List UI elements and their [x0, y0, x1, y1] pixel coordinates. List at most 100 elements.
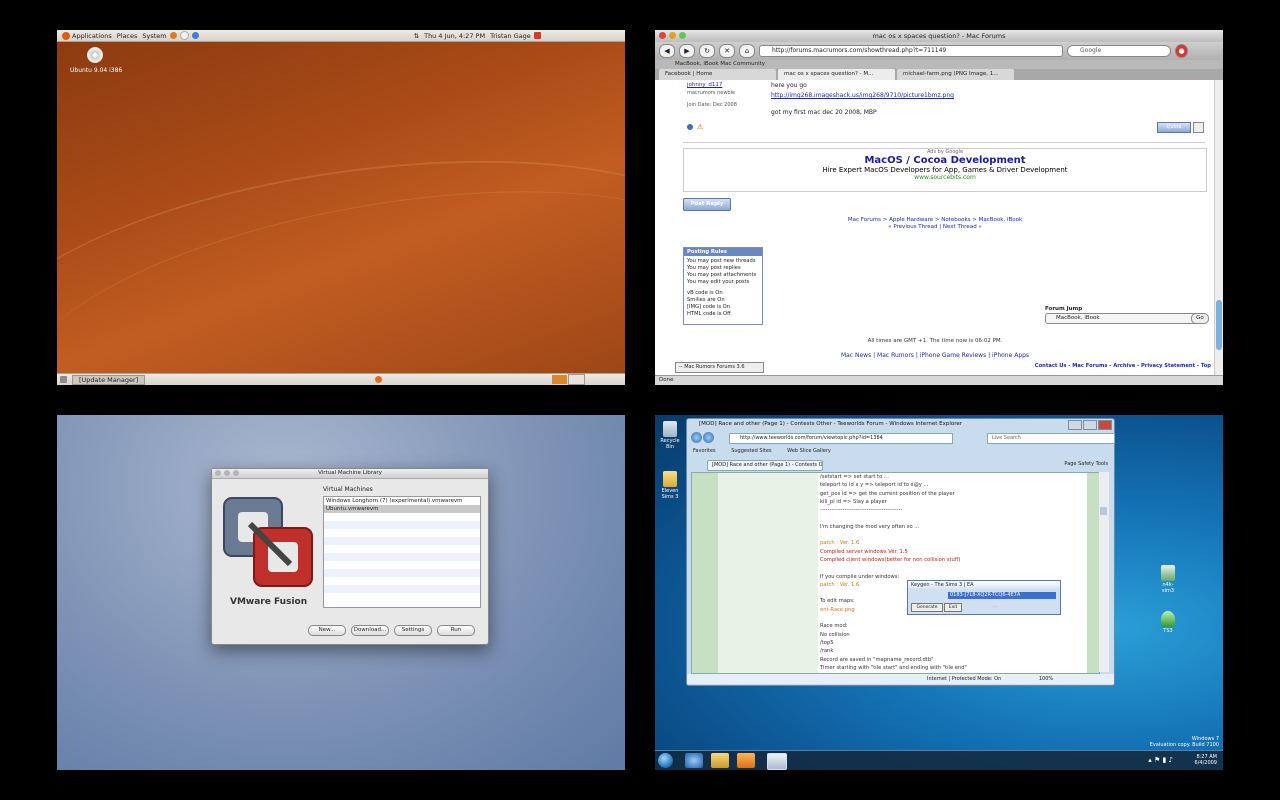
zoom-icon[interactable] [233, 470, 239, 476]
favorites-button[interactable]: Favorites [693, 448, 716, 454]
bottom-links[interactable]: Contact Us - Mac Forums - Archive - Priv… [1035, 363, 1211, 369]
report-post-icon[interactable]: ⚠ [697, 123, 703, 131]
ubuntu-desktop: Applications Places System ⇅ Thu 4 Jun, … [57, 30, 625, 385]
search-field[interactable]: Live Search [987, 433, 1115, 444]
tab-row: [MOD] Race and other (Page 1) - Contests… [687, 459, 1114, 471]
multiquote-icon[interactable] [1193, 122, 1204, 133]
forward-button[interactable]: ▶ [679, 44, 695, 58]
download-button[interactable]: Download... [351, 625, 389, 636]
desktop-folder[interactable]: Eleven Sims 3 [659, 471, 681, 500]
power-icon[interactable] [533, 32, 541, 39]
start-button[interactable] [658, 753, 673, 768]
security-zone[interactable]: Internet | Protected Mode: On [927, 676, 1001, 682]
stop-button[interactable]: ✕ [719, 44, 735, 58]
watermark-line: Evaluation copy. Build 7100 [1149, 742, 1219, 748]
generate-button[interactable]: Generate [911, 603, 943, 612]
settings-button[interactable]: Settings [394, 625, 432, 636]
update-notifier-icon[interactable] [375, 376, 383, 383]
go-button[interactable]: Go [1191, 313, 1209, 324]
tab-png-image[interactable]: michael-farm.png (PNG Image, 1... [897, 69, 1014, 80]
scrollbar-thumb[interactable] [1216, 300, 1222, 350]
suggested-sites[interactable]: Suggested Sites [731, 448, 771, 454]
vm-list[interactable]: Windows Longhorn (7) (experimental).vmwa… [323, 496, 481, 608]
tray-icons[interactable]: ▴ ⚑ ▮ ♪ [1148, 756, 1173, 764]
home-button[interactable]: ⌂ [739, 44, 755, 58]
media-player-icon[interactable] [737, 753, 755, 768]
maximize-icon[interactable] [1083, 420, 1097, 430]
vm-list-item[interactable]: Windows Longhorn (7) (experimental).vmwa… [324, 497, 480, 505]
user-switcher[interactable]: Tristan Gage [490, 32, 531, 40]
post-reply-button[interactable]: Post Reply [683, 198, 731, 211]
minimize-icon[interactable] [1068, 420, 1082, 430]
workspace-switcher[interactable] [568, 374, 586, 385]
ad-title[interactable]: MacOS / Cocoa Development [684, 155, 1206, 166]
minimize-icon[interactable] [224, 470, 230, 476]
search-field[interactable]: Google [1067, 45, 1171, 57]
user-info-icon[interactable] [687, 124, 693, 130]
post-image-link[interactable]: http://img268.imageshack.us/img268/9710/… [771, 92, 954, 99]
evaluation-watermark: Windows 7 Evaluation copy. Build 7100 [1150, 736, 1219, 748]
exit-button[interactable]: Exit [944, 603, 962, 612]
back-icon[interactable] [691, 432, 702, 443]
url-bar[interactable]: http://forums.macrumors.com/showthread.p… [759, 45, 1063, 57]
ad-url[interactable]: www.sourcebits.com [684, 174, 1206, 181]
new-button[interactable]: New... [308, 625, 346, 636]
reload-button[interactable]: ↻ [699, 44, 715, 58]
post-username[interactable]: johnny_d117 [687, 82, 722, 88]
bookmarks-bar[interactable]: MacBook, iBook Mac Community [655, 60, 1223, 69]
page-side-strip [692, 473, 718, 673]
desktop-shortcut[interactable]: n4k-sim3 [1157, 565, 1179, 594]
explorer-icon[interactable] [711, 753, 729, 768]
vertical-scrollbar[interactable] [1214, 80, 1223, 375]
vm-list-item[interactable]: Ubuntu.vmwarevm [324, 505, 480, 513]
applications-menu[interactable]: Applications [72, 32, 112, 40]
keygen-serial-field[interactable]: 0183-J7L8-XQ2R-TCQ6-4E7A [948, 592, 1056, 599]
command-bar[interactable]: Page Safety Tools [1064, 459, 1108, 470]
web-slice-gallery[interactable]: Web Slice Gallery [787, 448, 831, 454]
tab-facebook[interactable]: Facebook | Home [659, 69, 776, 80]
address-bar[interactable]: http://www.teeworlds.com/forum/viewtopic… [729, 433, 953, 444]
clock[interactable]: Thu 4 Jun, 4:27 PM [424, 32, 485, 40]
gnome-bottom-panel: [Update Manager] [57, 373, 625, 385]
posting-code[interactable]: [IMG] code is On [684, 304, 762, 311]
run-button[interactable]: Run [437, 625, 475, 636]
browser-tab[interactable]: [MOD] Race and other (Page 1) - Contests… [707, 460, 823, 471]
recycle-bin[interactable]: Recycle Bin [659, 421, 681, 450]
mail-icon[interactable] [179, 31, 189, 40]
close-icon[interactable] [1098, 420, 1112, 430]
show-desktop-icon[interactable] [60, 376, 67, 383]
vertical-scrollbar[interactable] [1099, 472, 1109, 672]
forward-icon[interactable] [703, 432, 714, 443]
system-menu[interactable]: System [142, 32, 166, 40]
minimize-icon[interactable] [669, 32, 676, 39]
taskbar-update-manager[interactable]: [Update Manager] [72, 374, 146, 385]
close-icon[interactable] [659, 32, 666, 39]
firefox-icon[interactable] [169, 32, 177, 39]
cd-icon[interactable] [87, 47, 103, 63]
breadcrumb[interactable]: Mac Forums > Apple Hardware > Notebooks … [655, 217, 1215, 223]
close-icon[interactable] [215, 470, 221, 476]
forum-jump-select[interactable]: MacBook, iBook [1045, 313, 1199, 324]
quote-button[interactable]: Quote [1157, 122, 1191, 133]
places-menu[interactable]: Places [117, 32, 138, 40]
help-icon[interactable] [191, 32, 199, 39]
adblock-icon[interactable]: ● [1175, 44, 1188, 58]
posting-code[interactable]: Smilies are On [684, 297, 762, 304]
workspace-switcher[interactable] [552, 375, 568, 384]
thread-navigation[interactable]: « Previous Thread | Next Thread » [655, 224, 1215, 230]
clock[interactable]: 8:27 AM 6/4/2009 [1195, 754, 1217, 766]
scrollbar-thumb[interactable] [1100, 507, 1107, 515]
style-select[interactable]: -- Mac Rumors Forums 3.6 [675, 362, 764, 373]
post-text: here you go [771, 82, 807, 89]
open-window-icon[interactable] [767, 753, 787, 770]
tab-spaces-question[interactable]: mac os x spaces question? - M... [778, 69, 895, 80]
network-icon[interactable]: ⇅ [414, 32, 419, 40]
footer-links[interactable]: Mac News | Mac Rumors | iPhone Game Revi… [655, 352, 1215, 359]
zoom-level[interactable]: 100% [1039, 676, 1053, 682]
zoom-icon[interactable] [679, 32, 686, 39]
post-text-line [820, 514, 1090, 522]
desktop-shortcut[interactable]: TS3 [1157, 611, 1179, 634]
internet-explorer-icon[interactable] [685, 753, 703, 768]
ubuntu-logo-icon[interactable] [62, 31, 70, 40]
back-button[interactable]: ◀ [659, 44, 675, 58]
